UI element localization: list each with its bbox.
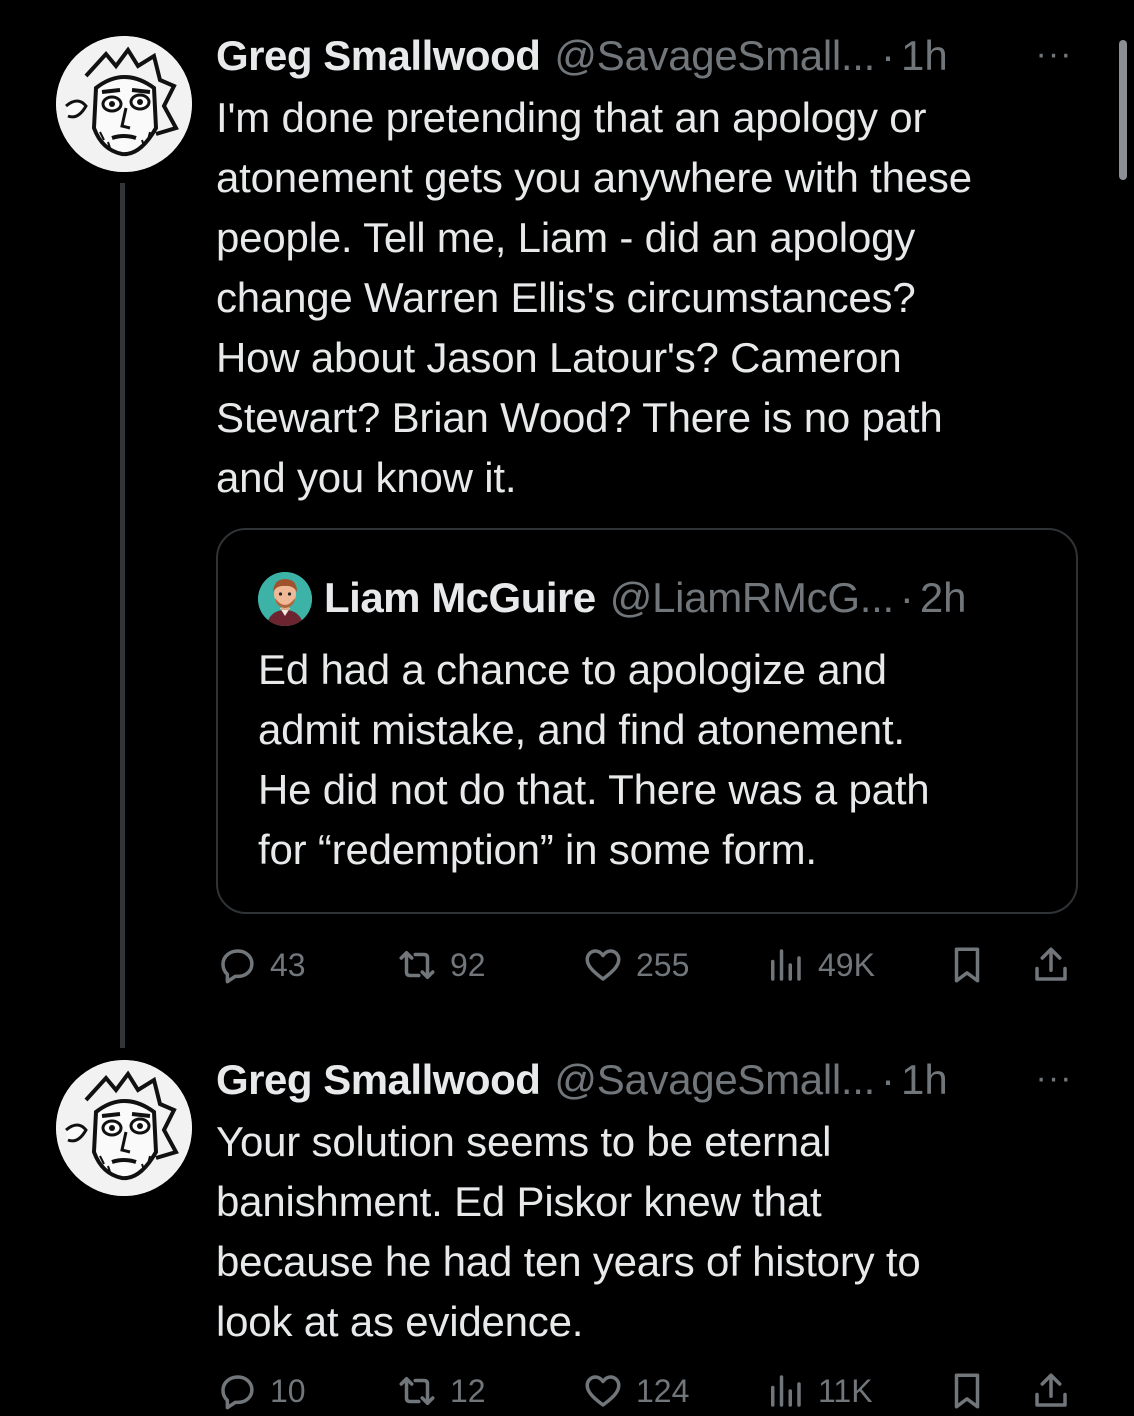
post-text: Your solution seems to be eternal banish…: [216, 1118, 921, 1345]
author-name[interactable]: Greg Smallwood: [216, 28, 541, 84]
avatar-illustration: [258, 572, 312, 626]
timestamp[interactable]: 1h: [901, 28, 948, 84]
action-bar: 43 92 255 49K: [216, 940, 1078, 990]
share-button[interactable]: [1030, 940, 1072, 990]
like-button[interactable]: 124: [582, 1366, 689, 1416]
more-options-icon[interactable]: ···: [1030, 1061, 1078, 1098]
reply-button[interactable]: 10: [216, 1366, 306, 1416]
bookmark-icon: [954, 1373, 980, 1409]
reply-button[interactable]: 43: [216, 940, 306, 990]
timestamp[interactable]: 2h: [920, 570, 967, 626]
avatar[interactable]: [258, 572, 312, 626]
repost-icon: [399, 1377, 435, 1405]
post-header: Greg Smallwood @SavageSmall... · 1h: [216, 28, 948, 84]
bookmark-button[interactable]: [946, 1366, 988, 1416]
views-count: 49K: [818, 946, 875, 983]
share-button[interactable]: [1030, 1366, 1072, 1416]
action-bar: 10 12 124 11K: [216, 1366, 1078, 1416]
author-handle[interactable]: @LiamRMcG...: [610, 570, 894, 626]
like-button[interactable]: 255: [582, 940, 689, 990]
quoted-post-text: Ed had a chance to apologize and admit m…: [258, 646, 930, 873]
views-count: 11K: [818, 1372, 873, 1409]
heart-icon: [585, 949, 621, 981]
repost-count: 92: [450, 946, 486, 983]
repost-button[interactable]: 12: [396, 1366, 486, 1416]
dot-separator: ·: [881, 1056, 896, 1103]
timestamp[interactable]: 1h: [901, 1052, 948, 1108]
views-button[interactable]: 49K: [764, 940, 875, 990]
views-icon: [771, 949, 801, 981]
post-header: Greg Smallwood @SavageSmall... · 1h: [216, 1052, 948, 1108]
author-name[interactable]: Greg Smallwood: [216, 1052, 541, 1108]
repost-icon: [399, 951, 435, 979]
reply-icon: [221, 949, 254, 984]
reply-count: 43: [270, 946, 306, 983]
bookmark-button[interactable]: [946, 940, 988, 990]
share-icon: [1035, 947, 1067, 981]
post[interactable]: Greg Smallwood @SavageSmall... · 1h ··· …: [0, 1040, 1134, 1410]
more-options-icon[interactable]: ···: [1030, 37, 1078, 74]
avatar[interactable]: [56, 1060, 192, 1196]
quoted-post[interactable]: Liam McGuire @LiamRMcG... · 2h Ed had a …: [216, 528, 1078, 914]
repost-count: 12: [450, 1372, 486, 1409]
author-name[interactable]: Liam McGuire: [324, 570, 596, 626]
author-handle[interactable]: @SavageSmall...: [554, 1052, 875, 1108]
share-icon: [1035, 1373, 1067, 1407]
like-count: 124: [636, 1372, 690, 1409]
views-button[interactable]: 11K: [764, 1366, 873, 1416]
repost-button[interactable]: 92: [396, 940, 486, 990]
dot-separator: ·: [899, 574, 914, 621]
post-text: I'm done pretending that an apology or a…: [216, 94, 972, 501]
post[interactable]: Greg Smallwood @SavageSmall... · 1h ··· …: [0, 0, 1134, 1040]
heart-icon: [585, 1375, 621, 1407]
dot-separator: ·: [881, 32, 896, 79]
reply-count: 10: [270, 1372, 306, 1409]
avatar-illustration: [56, 36, 192, 172]
quoted-post-header: Liam McGuire @LiamRMcG... · 2h: [324, 570, 967, 626]
views-icon: [771, 1375, 801, 1407]
avatar-illustration: [56, 1060, 192, 1196]
reply-icon: [221, 1375, 254, 1410]
like-count: 255: [636, 946, 690, 983]
author-handle[interactable]: @SavageSmall...: [554, 28, 875, 84]
avatar[interactable]: [56, 36, 192, 172]
bookmark-icon: [954, 947, 980, 983]
